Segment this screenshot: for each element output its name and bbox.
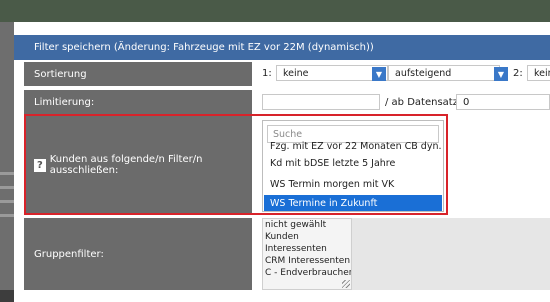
group-filter-listbox[interactable]: nicht gewählt Kunden Interessenten CRM I… bbox=[262, 218, 352, 290]
limit-label: Limitierung: bbox=[24, 90, 252, 114]
list-item[interactable]: Interessenten bbox=[263, 243, 351, 255]
exclude-label: Kunden aus folgende/n Filter/n ausschlie… bbox=[49, 154, 203, 176]
chevron-down-icon[interactable]: ▼ bbox=[494, 67, 508, 81]
list-item[interactable]: C - Endverbraucher bbox=[263, 267, 351, 279]
sort-label: Sortierung bbox=[24, 62, 252, 86]
background-app-header bbox=[0, 0, 550, 22]
limit-from-input[interactable]: 0 bbox=[456, 94, 550, 110]
background-app-sidebar bbox=[0, 22, 14, 290]
limit-from-label: / ab Datensatz: bbox=[385, 97, 462, 108]
chevron-down-icon[interactable]: ▼ bbox=[372, 67, 386, 81]
sort-field-2-select[interactable]: kein bbox=[527, 65, 550, 81]
limit-from-value: 0 bbox=[463, 96, 470, 108]
exclude-label-cell: ? Kunden aus folgende/n Filter/n ausschl… bbox=[24, 116, 252, 214]
sort-direction-select[interactable]: aufsteigend bbox=[388, 65, 500, 81]
list-item[interactable]: CRM Interessenten bbox=[263, 255, 351, 267]
limit-input[interactable] bbox=[262, 94, 380, 110]
sort-field-2-value: kein bbox=[534, 67, 550, 79]
group-filter-label: Gruppenfilter: bbox=[24, 218, 252, 290]
help-icon[interactable]: ? bbox=[34, 158, 46, 172]
sort-direction-value: aufsteigend bbox=[395, 67, 452, 79]
sort-index-1: 1: bbox=[262, 68, 272, 79]
list-item[interactable]: nicht gewählt bbox=[263, 219, 351, 231]
exclude-filter-listbox[interactable]: Suche Fzg. mit EZ vor 22 Monaten CB dyn.… bbox=[262, 120, 444, 212]
group-filter-area bbox=[352, 218, 550, 290]
list-item[interactable]: WS Termin morgen mit VK bbox=[264, 176, 442, 193]
sort-index-2: 2: bbox=[513, 68, 523, 79]
list-item[interactable]: Kd mit bDSE letzte 5 Jahre bbox=[264, 155, 442, 172]
sort-field-1-value: keine bbox=[283, 67, 309, 79]
resize-grip-icon[interactable] bbox=[342, 280, 350, 288]
list-item[interactable]: Fzg. mit EZ vor 22 Monaten CB dyn. bbox=[264, 141, 442, 154]
dialog-title: Filter speichern (Änderung: Fahrzeuge mi… bbox=[14, 35, 550, 60]
list-item-selected[interactable]: WS Termine in Zukunft bbox=[264, 195, 442, 211]
list-item[interactable]: Kunden bbox=[263, 231, 351, 243]
